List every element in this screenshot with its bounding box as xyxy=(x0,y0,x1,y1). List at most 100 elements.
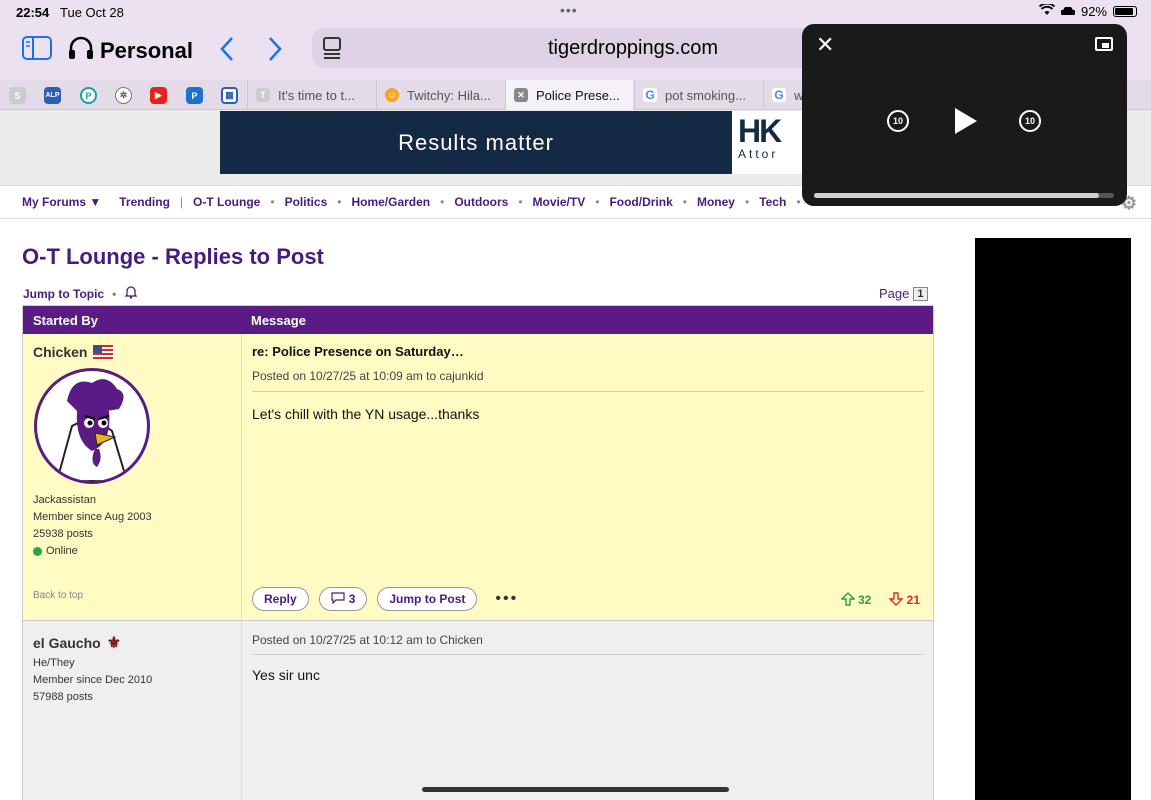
post-subject: re: Police Presence on Saturday… xyxy=(252,344,464,359)
url-bar[interactable]: tigerdroppings.com xyxy=(312,28,832,68)
url-text: tigerdroppings.com xyxy=(548,37,719,59)
downvote-button[interactable]: 21 xyxy=(888,592,920,607)
nav-dot: • xyxy=(337,195,342,209)
jump-dot: • xyxy=(112,286,117,301)
nav-politics[interactable]: Politics xyxy=(285,195,328,209)
col-message: Message xyxy=(251,313,306,328)
sidebar-icon[interactable] xyxy=(22,36,52,65)
ad-banner-text: Results matter xyxy=(398,129,554,155)
tab-overview-icon[interactable] xyxy=(322,37,342,64)
ad-logo-sub: Attor xyxy=(738,147,779,161)
skip-forward-icon[interactable]: 10 xyxy=(1019,110,1041,132)
fleur-de-lis-icon: ⚜ xyxy=(106,635,122,652)
pinned-tab-wheel[interactable]: ✲ xyxy=(115,87,132,104)
my-forums-label: My Forums xyxy=(22,195,87,209)
nav-food-drink[interactable]: Food/Drink xyxy=(609,195,672,209)
replies-table: Started By Message Chicken Jackassistan … xyxy=(22,305,934,800)
post-body: Yes sir unc xyxy=(252,667,320,683)
nav-divider: | xyxy=(179,195,184,209)
nav-trending[interactable]: Trending xyxy=(119,195,170,209)
post-author-panel: el Gaucho ⚜ He/They Member since Dec 201… xyxy=(23,621,242,800)
pinned-tab-p[interactable]: P xyxy=(80,87,97,104)
pip-video-player[interactable]: ✕ 10 10 xyxy=(802,24,1127,206)
status-time: 22:54 xyxy=(16,5,50,20)
nav-ot-lounge[interactable]: O-T Lounge xyxy=(193,195,260,209)
arrow-down-icon xyxy=(888,592,904,606)
author-name[interactable]: Chicken xyxy=(33,344,87,360)
my-forums-menu[interactable]: My Forums ▼ xyxy=(22,195,101,209)
tab-1[interactable]: T It's time to t... xyxy=(247,80,375,110)
reply-label: Reply xyxy=(264,592,297,606)
skip-back-label: 10 xyxy=(892,116,903,126)
back-icon[interactable] xyxy=(218,36,236,67)
nav-home-garden[interactable]: Home/Garden xyxy=(351,195,430,209)
pinned-tab-youtube[interactable]: ▶ xyxy=(150,87,167,104)
status-date: Tue Oct 28 xyxy=(60,5,124,20)
page-label: Page xyxy=(879,286,910,301)
tab-4[interactable]: G pot smoking... xyxy=(634,80,762,110)
bell-icon[interactable] xyxy=(124,285,138,302)
page-number[interactable]: 1 xyxy=(913,286,928,301)
tab-1-title: It's time to t... xyxy=(278,87,355,103)
pinned-tab-tv[interactable]: ▦ xyxy=(221,87,238,104)
author-name-row: Chicken xyxy=(33,344,114,360)
headphones-icon xyxy=(68,36,94,66)
post-divider xyxy=(252,654,924,655)
more-options-icon[interactable]: ••• xyxy=(495,590,518,608)
close-icon[interactable]: ✕ xyxy=(514,88,528,102)
tab-2[interactable]: ☺ Twitchy: Hila... xyxy=(376,80,504,110)
jump-to-topic-row: Jump to Topic • xyxy=(23,285,138,302)
tab-3-title: Police Prese... xyxy=(536,87,620,103)
right-ad[interactable] xyxy=(975,238,1131,800)
video-progress-fill xyxy=(814,193,1099,198)
battery-icon xyxy=(1113,6,1137,17)
google-icon: G xyxy=(643,88,657,102)
profile-name: Personal xyxy=(100,38,193,63)
comments-button[interactable]: 3 xyxy=(318,587,368,611)
nav-money[interactable]: Money xyxy=(697,195,735,209)
skip-back-icon[interactable]: 10 xyxy=(887,110,909,132)
upvote-count: 32 xyxy=(857,593,872,607)
post-count: 57988 posts xyxy=(33,691,93,703)
nav-outdoors[interactable]: Outdoors xyxy=(454,195,508,209)
back-to-top-link[interactable]: Back to top xyxy=(33,590,83,601)
comment-icon xyxy=(331,591,345,607)
post-row: el Gaucho ⚜ He/They Member since Dec 201… xyxy=(23,620,933,800)
status-right: 92% xyxy=(1038,2,1137,19)
author-name-row: el Gaucho ⚜ xyxy=(33,633,121,653)
author-name[interactable]: el Gaucho xyxy=(33,635,101,651)
ad-logo: HK xyxy=(738,113,782,149)
reply-button[interactable]: Reply xyxy=(252,587,309,611)
pinned-tab-s[interactable]: S xyxy=(9,87,26,104)
nav-dot: • xyxy=(440,195,445,209)
skip-forward-label: 10 xyxy=(1024,116,1035,126)
tab-3-active[interactable]: ✕ Police Prese... xyxy=(505,80,633,110)
ad-banner[interactable]: Results matter xyxy=(220,111,732,174)
avatar[interactable] xyxy=(34,368,150,484)
forward-icon[interactable] xyxy=(266,36,284,67)
pip-restore-icon[interactable] xyxy=(1095,37,1113,51)
status-bar: 22:54 Tue Oct 28 ••• 92% xyxy=(0,0,1151,26)
video-progress-bar[interactable] xyxy=(814,193,1114,198)
post-row: Chicken Jackassistan Member since Aug 20… xyxy=(23,334,933,620)
post-author-panel: Chicken Jackassistan Member since Aug 20… xyxy=(23,334,242,620)
upvote-button[interactable]: 32 xyxy=(839,592,872,607)
jump-to-post-button[interactable]: Jump to Post xyxy=(377,587,478,611)
post-message: Posted on 10/27/25 at 10:12 am to Chicke… xyxy=(252,621,924,800)
nav-movie-tv[interactable]: Movie/TV xyxy=(533,195,586,209)
jump-to-topic-link[interactable]: Jump to Topic xyxy=(23,287,104,301)
multitasking-dots-icon[interactable]: ••• xyxy=(560,2,578,18)
pinned-tab-alp[interactable]: ALP xyxy=(44,87,61,104)
nav-dot: • xyxy=(518,195,523,209)
car-icon xyxy=(1060,4,1075,19)
page-indicator: Page 1 xyxy=(879,286,928,301)
play-icon[interactable] xyxy=(955,108,977,134)
nav-tech[interactable]: Tech xyxy=(759,195,786,209)
table-header: Started By Message xyxy=(23,306,933,334)
profile-switcher[interactable]: Personal xyxy=(68,36,193,66)
ad-logo-panel[interactable]: HK Attor xyxy=(732,111,804,174)
pinned-tab-pandora[interactable]: P xyxy=(186,87,203,104)
home-indicator[interactable] xyxy=(422,787,729,792)
post-divider xyxy=(252,391,924,392)
close-icon[interactable]: ✕ xyxy=(816,32,834,58)
